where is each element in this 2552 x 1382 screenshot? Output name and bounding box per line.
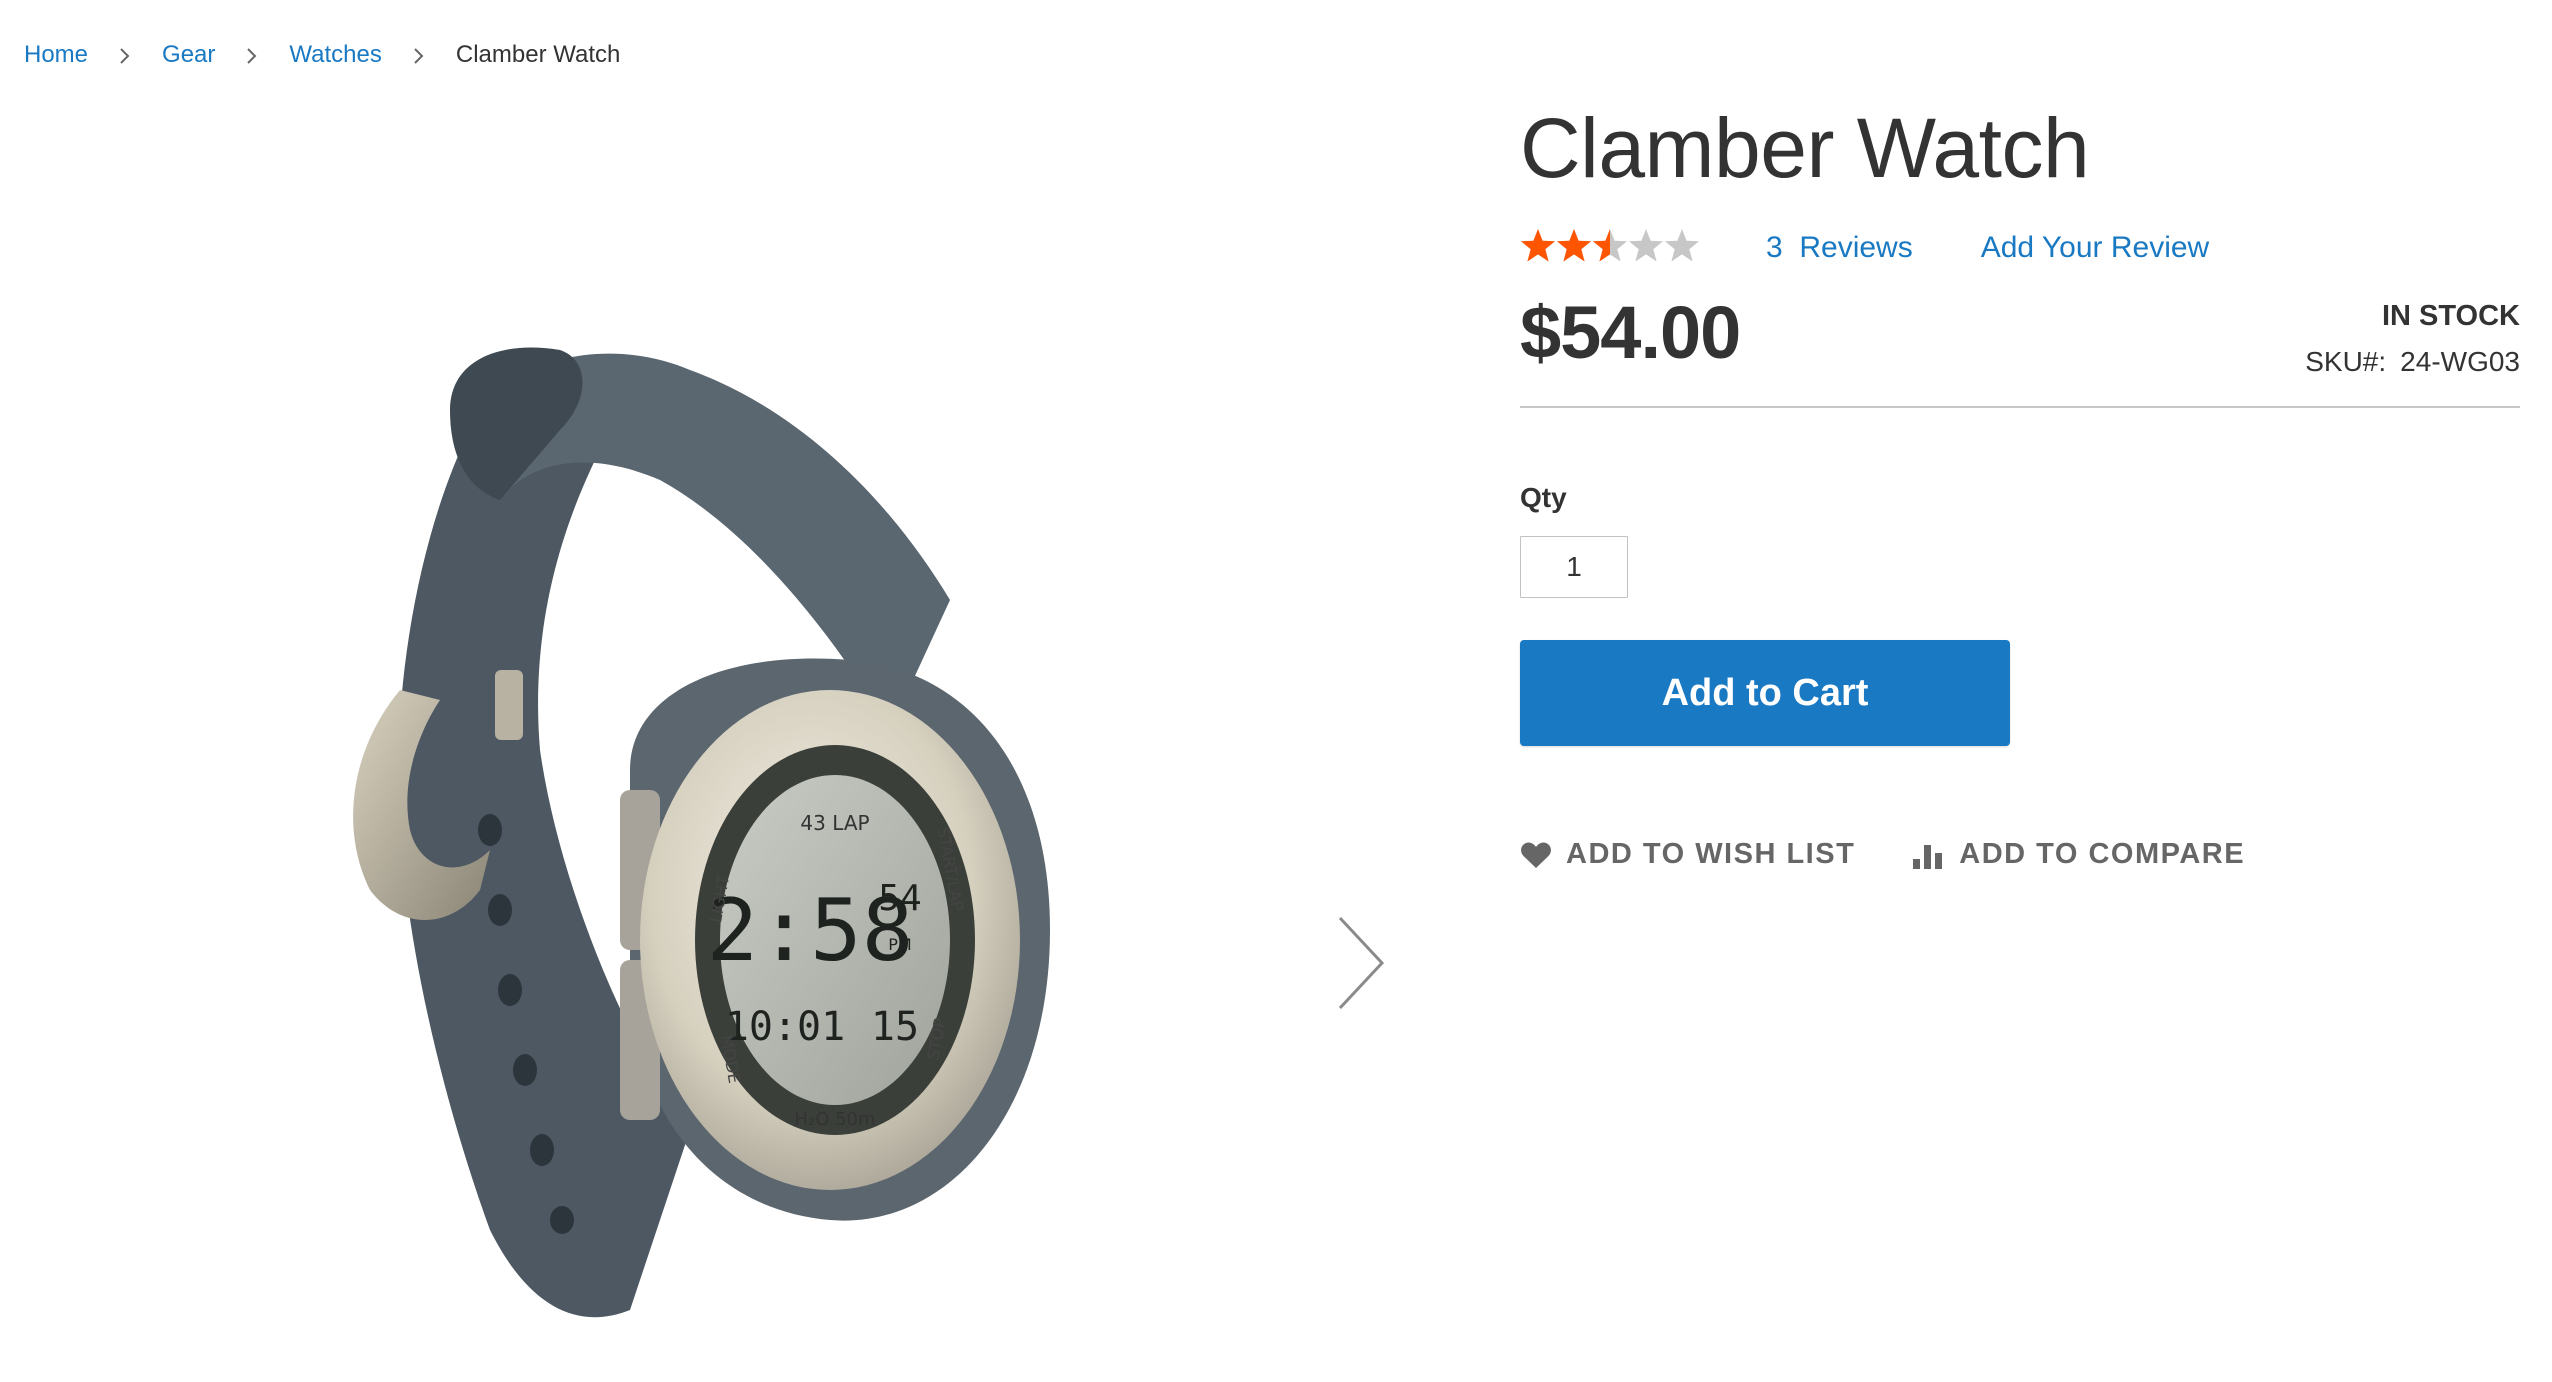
- breadcrumb-home[interactable]: Home: [24, 38, 88, 72]
- compare-label: Add to Compare: [1959, 838, 2246, 870]
- product-page: Home Gear Watches Clamber Watch 43 LAP 2…: [0, 0, 2552, 1382]
- heart-icon: [1520, 841, 1552, 869]
- star-icon: [1593, 229, 1627, 262]
- watch-lower-left: 10:01: [725, 1004, 845, 1050]
- chevron-right-icon: [88, 38, 162, 72]
- gallery-next-button[interactable]: [1320, 910, 1400, 1020]
- breadcrumb-gear[interactable]: Gear: [162, 38, 215, 72]
- divider: [1520, 406, 2520, 408]
- add-review-link[interactable]: Add Your Review: [1981, 231, 2210, 265]
- star-icon: [1557, 229, 1591, 262]
- reviews-link[interactable]: 3 Reviews: [1766, 231, 1913, 265]
- rating-summary: 3 Reviews Add Your Review: [1520, 228, 2209, 268]
- sku-value: 24-WG03: [2400, 346, 2520, 377]
- add-to-wishlist-link[interactable]: Add to Wish List: [1520, 838, 1855, 871]
- breadcrumb-current: Clamber Watch: [455, 41, 621, 68]
- product-gallery: 43 LAP 2:58 54 PM 10:01 15 H₂O 50m LIGHT…: [0, 150, 1420, 1382]
- watch-top-label: 43 LAP: [800, 811, 869, 835]
- breadcrumb: Home Gear Watches Clamber Watch: [24, 38, 620, 72]
- product-social-actions: Add to Wish List Add to Compare: [1520, 838, 2245, 871]
- reviews-count: 3: [1766, 231, 1783, 264]
- rating-stars: [1520, 228, 1700, 268]
- watch-water-rating: H₂O 50m: [794, 1109, 875, 1130]
- bar-chart-icon: [1913, 841, 1945, 869]
- chevron-right-icon: [1330, 913, 1390, 1018]
- qty-label: Qty: [1520, 482, 1567, 513]
- sku-label: SKU#:: [2305, 346, 2387, 377]
- star-icon: [1629, 229, 1663, 262]
- add-to-cart-button[interactable]: Add to Cart: [1520, 640, 2010, 746]
- stock-status: In stock: [2381, 300, 2520, 332]
- breadcrumb-watches[interactable]: Watches: [289, 38, 381, 72]
- page-title: Clamber Watch: [1520, 101, 2090, 195]
- wishlist-label: Add to Wish List: [1566, 838, 1856, 870]
- star-icon: [1665, 229, 1699, 262]
- watch-seconds: 54: [878, 878, 921, 919]
- watch-ampm: PM: [888, 935, 911, 954]
- chevron-right-icon: [215, 38, 289, 72]
- product-price: $54.00: [1520, 291, 1741, 374]
- product-sku: SKU#: 24-WG03: [2305, 346, 2520, 378]
- reviews-label: Reviews: [1799, 231, 1913, 264]
- star-icon: [1521, 229, 1555, 262]
- add-to-compare-link[interactable]: Add to Compare: [1913, 838, 2245, 871]
- chevron-right-icon: [382, 38, 456, 72]
- product-image[interactable]: 43 LAP 2:58 54 PM 10:01 15 H₂O 50m LIGHT…: [330, 270, 1130, 1335]
- qty-input[interactable]: [1520, 536, 1628, 598]
- watch-lower-right: 15: [871, 1004, 919, 1050]
